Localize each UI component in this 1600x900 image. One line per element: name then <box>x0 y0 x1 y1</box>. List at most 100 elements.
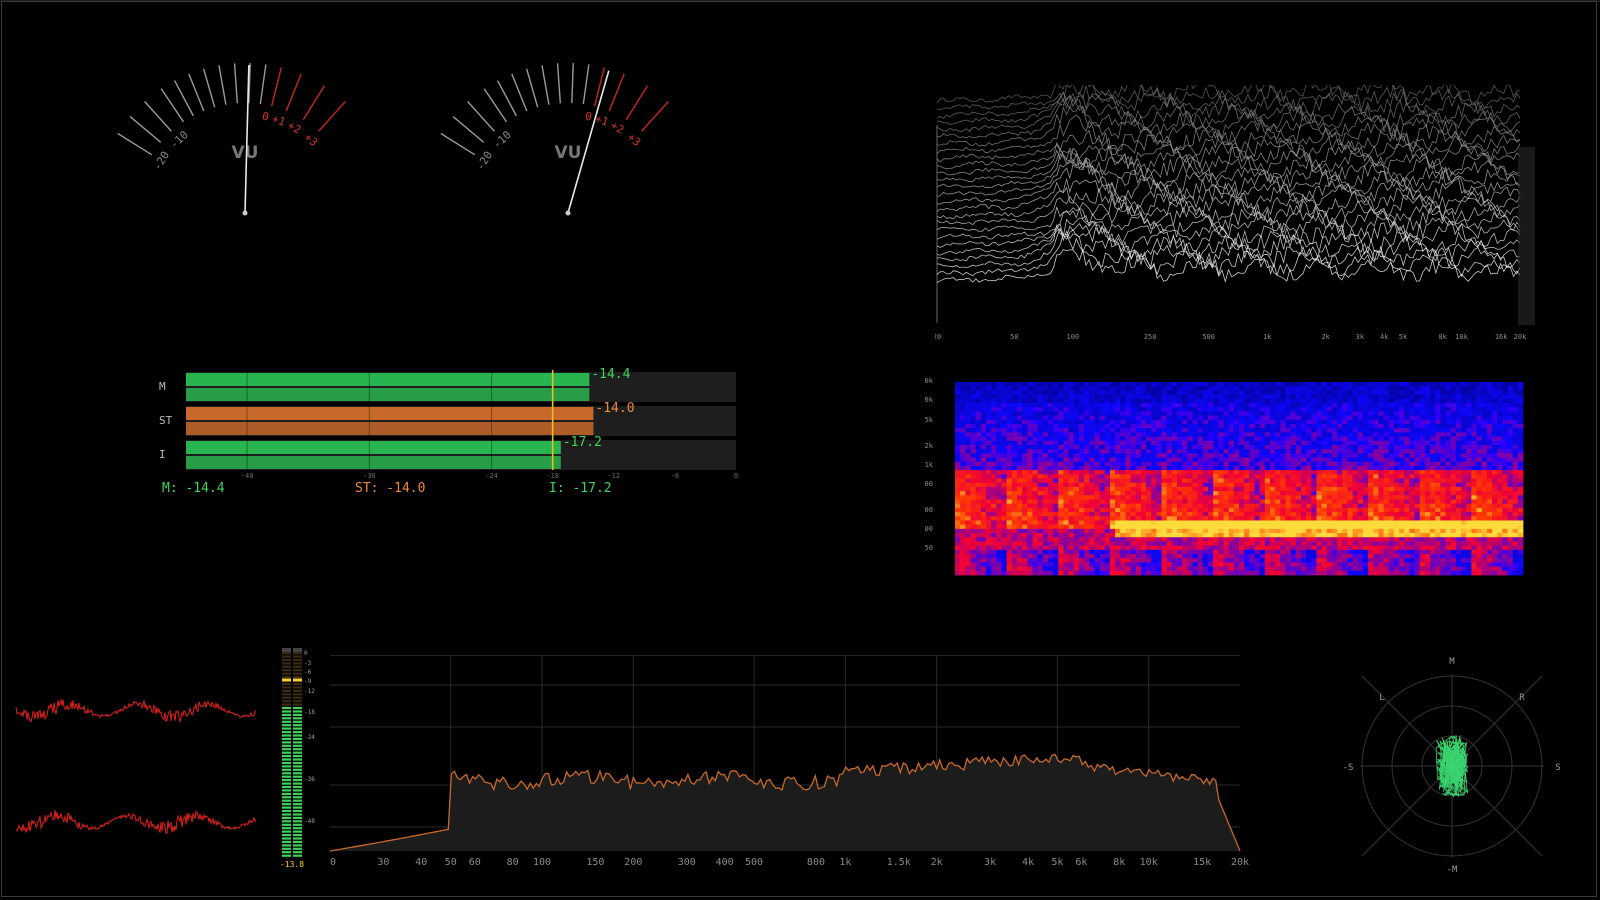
spectrogram-cell <box>1445 444 1452 450</box>
spectrogram-cell <box>1466 411 1472 416</box>
spectrogram-cell <box>1300 503 1307 509</box>
spectrogram-cell <box>1213 482 1219 488</box>
spectrogram-cell <box>1187 537 1193 542</box>
spectrogram-cell <box>1239 461 1245 467</box>
spectrogram-cell <box>1352 440 1359 446</box>
spectrogram-cell <box>1073 470 1080 475</box>
spectrogram-cell <box>1218 394 1224 400</box>
spectrogram-cell <box>965 382 971 387</box>
spectrogram-cell <box>1466 503 1472 509</box>
spectrogram-cell <box>1445 402 1452 408</box>
spectrogram-cell <box>1481 491 1488 496</box>
spectrogram-cell <box>1120 457 1126 463</box>
spectrogram-cell <box>1058 386 1064 391</box>
spectrogram-cell <box>1208 516 1214 521</box>
spectrogram-cell <box>1042 486 1049 492</box>
spectrogram-cell <box>1115 390 1121 395</box>
spectrogram-cell <box>1171 549 1178 555</box>
spectrogram-cell <box>1471 524 1477 530</box>
spectrogram-cell <box>1316 566 1323 572</box>
spectrogram-cell <box>1177 537 1183 542</box>
spectrogram-cell <box>1461 470 1467 475</box>
spectrogram-cell <box>1177 440 1183 446</box>
spectrogram-cell <box>1409 549 1415 555</box>
spectrogram-cell <box>1006 398 1013 404</box>
spectrogram-cell <box>1078 528 1085 534</box>
spectrogram-cell <box>1109 453 1116 458</box>
spectrogram-cell <box>1249 474 1255 479</box>
spectrogram-cell <box>1068 394 1075 400</box>
spectrogram-cell <box>1094 533 1100 538</box>
spectrogram-cell <box>1192 461 1199 467</box>
spectrogram-cell <box>1032 478 1039 484</box>
spectrogram-cell <box>1084 449 1090 454</box>
spectrogram-cell <box>1435 428 1441 433</box>
spectrogram-cell <box>1466 402 1472 408</box>
spectrogram-cell <box>1120 482 1126 488</box>
spectrogram-cell <box>996 478 1002 484</box>
spectrogram-cell <box>1275 491 1281 496</box>
spectrogram-cell <box>1094 491 1100 496</box>
spectrogram-cell <box>1197 407 1204 412</box>
spectrogram-cell <box>1089 554 1095 559</box>
spectrogram-cell <box>1192 499 1199 505</box>
spectrogram-cell <box>1115 436 1121 442</box>
spectrogram-cell <box>1486 436 1493 442</box>
spectrogram-cell <box>980 482 987 488</box>
spectrogram-cell <box>1409 411 1415 416</box>
spectrogram-cell <box>1197 570 1204 576</box>
spectrogram-cell <box>1347 465 1353 471</box>
spectrogram-cell <box>1073 407 1080 412</box>
spectrogram-cell <box>1156 444 1162 450</box>
spectrogram-cell <box>1192 495 1199 500</box>
spectrogram-cell <box>1058 499 1064 505</box>
spectrogram-cell <box>1347 524 1353 530</box>
spectrogram-cell <box>1368 558 1374 563</box>
spectrogram-cell <box>991 394 997 400</box>
spectrogram-cell <box>1233 570 1240 576</box>
spectrogram-cell <box>1187 394 1193 400</box>
spectrogram-cell <box>955 411 961 416</box>
spectrogram-cell <box>1316 528 1323 534</box>
spectrogram-cell <box>975 394 982 400</box>
spectrogram-cell <box>1424 549 1431 555</box>
spectrogram-cell <box>1404 407 1410 412</box>
spectrogram-cell <box>1094 503 1100 509</box>
spectrogram-cell <box>1125 486 1131 492</box>
spectrogram-cell <box>991 419 997 425</box>
spectrogram-cell <box>955 382 961 387</box>
spectrogram-cell <box>1187 402 1193 408</box>
spectrogram-cell <box>1032 436 1039 442</box>
spectrogram-cell <box>1466 390 1472 395</box>
spectrogram-cell <box>1115 482 1121 488</box>
spectrogram-cell <box>1295 444 1302 450</box>
spectrogram-cell <box>1471 407 1477 412</box>
spectrogram-cell <box>996 457 1002 463</box>
spectrogram-cell <box>1300 516 1307 521</box>
spectrogram-cell <box>1197 453 1204 458</box>
spectrogram-cell <box>1378 512 1384 517</box>
spectrogram-cell <box>980 507 987 513</box>
spectrogram-cell <box>1032 491 1039 496</box>
spectrogram-cell <box>1115 428 1121 433</box>
spectrogram-cell <box>1481 482 1488 488</box>
spectrogram-cell <box>1177 453 1183 458</box>
vu-tick <box>556 63 562 104</box>
spectrogram-cell <box>1032 432 1039 437</box>
spectrogram-cell <box>1409 436 1415 442</box>
spectrogram-cell <box>970 482 977 488</box>
spectrogram-cell <box>1208 440 1214 446</box>
spectrogram-cell <box>1440 440 1446 446</box>
spectrogram-cell <box>970 491 977 496</box>
spectrogram-cell <box>1357 423 1364 429</box>
spectrogram-cell <box>1450 537 1457 542</box>
spectrogram-cell <box>1104 470 1111 475</box>
spectrogram-cell <box>1109 537 1116 542</box>
spectrogram-cell <box>1466 398 1472 404</box>
spectrogram-cell <box>1352 499 1359 505</box>
spectrogram-cell <box>1104 507 1111 513</box>
vu-tick <box>641 101 669 132</box>
spectrogram-cell <box>1486 566 1493 572</box>
spectrogram-cell <box>1404 516 1410 521</box>
spectrogram-cell <box>1331 478 1338 484</box>
